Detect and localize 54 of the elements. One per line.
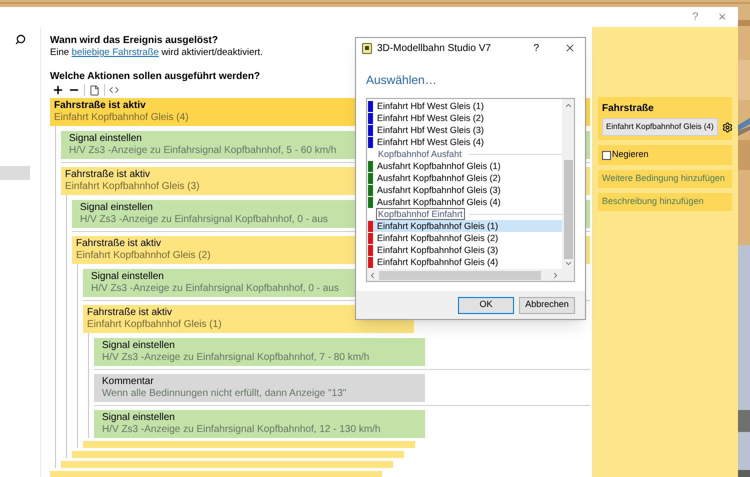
item-label: Einfahrt Kopfbahnhof Gleis (3) — [377, 244, 498, 256]
condition-title: Fahrstraße ist aktiv — [54, 100, 146, 112]
group-header: Kopfbahnhof Ausfaht — [377, 148, 463, 160]
action-detail: H/V Zs3 -Anzeige zu Einfahrsignal Kopfbahnhof, 0 - aus — [80, 214, 328, 226]
action-block[interactable]: Signal einstellen H/V Zs3 -Anzeige zu Einfahrsignal Kopfbahnhof, 12 - 130 km/h — [94, 410, 425, 438]
dialog-title: 3D-Modellbahn Studio V7 — [377, 42, 491, 56]
action-detail: Wenn alle Bedinnungen nicht erfüllt, dann Anzeige "13" — [102, 388, 346, 400]
item-label: Einfahrt Hbf West Gleis (4) — [377, 136, 484, 148]
item-label: Einfahrt Hbf West Gleis (2) — [377, 112, 484, 124]
close-button[interactable]: × — [718, 7, 726, 27]
list-item[interactable]: Einfahrt Hbf West Gleis (1) — [368, 100, 562, 112]
section-heading: Wann wird das Ereignis ausgelöst? — [50, 35, 218, 47]
item-label: Ausfahrt Kopfbahnhof Gleis (3) — [377, 184, 501, 196]
list-item[interactable]: Ausfahrt Kopfbahnhof Gleis (2) — [368, 172, 562, 184]
list-item[interactable]: Einfahrt Kopfbahnhof Gleis (3) — [368, 244, 562, 256]
list-item[interactable]: Einfahrt Hbf West Gleis (2) — [368, 112, 562, 124]
condition-detail: Einfahrt Kopfbahnhof Gleis (1) — [87, 319, 222, 331]
group-header: Kopfbahnhof Einfahrt — [376, 208, 465, 220]
condition-detail: Einfahrt Kopfbahnhof Gleis (2) — [76, 250, 211, 262]
route-field[interactable]: Einfahrt Kopfbahnhof Gleis (4) — [602, 118, 718, 136]
checkbox-label: Negieren — [612, 148, 649, 162]
condition-detail: Einfahrt Kopfbahnhof Gleis (3) — [65, 181, 200, 193]
dialog-heading: Auswählen… — [366, 73, 437, 87]
property-heading: Fahrstraße — [602, 102, 654, 116]
item-label: Einfahrt Hbf West Gleis (1) — [377, 100, 484, 112]
dialog-button[interactable]: Abbrechen — [519, 296, 575, 314]
trigger-description: Eine beliebige Fahrstraße wird aktiviert/deaktiviert. — [50, 47, 263, 59]
action-title: Signal einstellen — [102, 412, 175, 424]
comment-block[interactable]: Kommentar Wenn alle Bedinnungen nicht erfüllt, dann Anzeige "13" — [94, 374, 425, 402]
action-title: Signal einstellen — [69, 133, 142, 145]
panel-link[interactable]: Weitere Bedingung hinzufügen — [598, 170, 732, 188]
condition-detail: Einfahrt Kopfbahnhof Gleis (4) — [54, 112, 189, 124]
action-detail: H/V Zs3 -Anzeige zu Einfahrsignal Kopfbahnhof, 5 - 60 km/h — [69, 145, 336, 157]
list-item[interactable]: Einfahrt Hbf West Gleis (4) — [368, 136, 562, 148]
action-title: Signal einstellen — [91, 271, 164, 283]
action-detail: H/V Zs3 -Anzeige zu Einfahrsignal Kopfbahnhof, 0 - aus — [91, 283, 339, 295]
condition-title: Fahrstraße ist aktiv — [65, 169, 150, 181]
list-item[interactable]: Ausfahrt Kopfbahnhof Gleis (3) — [368, 184, 562, 196]
list-item[interactable]: Einfahrt Kopfbahnhof Gleis (1) — [368, 220, 562, 232]
action-block[interactable]: Signal einstellen H/V Zs3 -Anzeige zu Einfahrsignal Kopfbahnhof, 7 - 80 km/h — [94, 338, 425, 366]
action-title: Kommentar — [102, 376, 154, 388]
action-title: Signal einstellen — [80, 202, 153, 214]
item-label: Ausfahrt Kopfbahnhof Gleis (2) — [377, 172, 501, 184]
action-detail: H/V Zs3 -Anzeige zu Einfahrsignal Kopfbahnhof, 12 - 130 km/h — [102, 424, 380, 436]
panel-link[interactable]: Beschreibung hinzufügen — [598, 193, 732, 211]
condition-title: Fahrstraße ist aktiv — [87, 307, 172, 319]
dialog-button[interactable]: OK — [458, 296, 514, 314]
action-title: Signal einstellen — [102, 340, 175, 352]
section-heading: Welche Aktionen sollen ausgeführt werden? — [50, 71, 260, 83]
action-detail: H/V Zs3 -Anzeige zu Einfahrsignal Kopfbahnhof, 7 - 80 km/h — [102, 352, 370, 364]
help-button[interactable]: ? — [533, 40, 539, 56]
route-link[interactable]: beliebige Fahrstraße — [72, 47, 159, 58]
condition-block[interactable]: Fahrstraße ist aktiv Einfahrt Kopfbahnhof Gleis (1) — [83, 305, 414, 333]
condition-title: Fahrstraße ist aktiv — [76, 238, 162, 250]
